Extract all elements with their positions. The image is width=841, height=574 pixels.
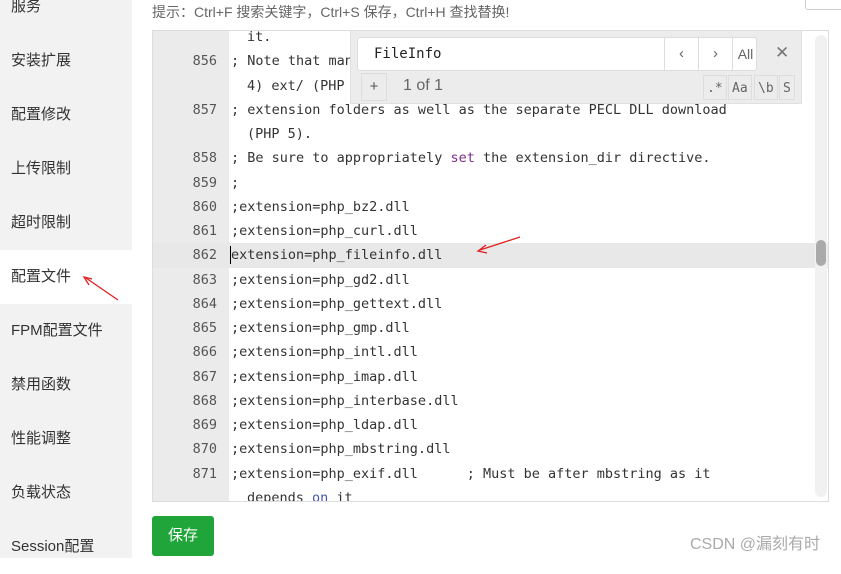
sidebar-item[interactable]: FPM配置文件 bbox=[0, 304, 132, 358]
sidebar-item[interactable]: 超时限制 bbox=[0, 196, 132, 250]
match-count: 1 of 1 bbox=[403, 77, 444, 94]
sidebar-item[interactable]: 上传限制 bbox=[0, 142, 132, 196]
search-panel: FileInfo ‹ › All ✕ + 1 of 1 .* Aa \b S bbox=[350, 30, 802, 104]
sidebar-item[interactable]: 性能调整 bbox=[0, 412, 132, 466]
selection-option[interactable]: S bbox=[779, 75, 795, 100]
line-text: depends on it bbox=[247, 486, 353, 502]
line-text: ;extension=php_gmp.dll bbox=[231, 320, 410, 336]
line-text: (PHP 5). bbox=[247, 126, 313, 142]
word-option[interactable]: \b bbox=[754, 75, 778, 100]
keyword: on bbox=[312, 489, 329, 502]
line-text: it. bbox=[247, 30, 272, 45]
line-number: 871 bbox=[192, 465, 217, 482]
save-button[interactable]: 保存 bbox=[152, 516, 214, 556]
line-text: ;extension=php_mbstring.dll bbox=[231, 441, 451, 458]
code-line[interactable]: 869 ;extension=php_ldap.dll bbox=[153, 413, 828, 437]
line-number: 865 bbox=[192, 320, 217, 336]
line-text: ;extension=php_exif.dll ; Must be after … bbox=[231, 465, 711, 482]
code-line[interactable]: 860 ;extension=php_bz2.dll bbox=[153, 195, 828, 219]
line-number: 859 bbox=[192, 174, 217, 191]
code-line[interactable]: 871 ;extension=php_exif.dll ; Must be aft… bbox=[153, 462, 828, 486]
search-input[interactable]: FileInfo ‹ › All bbox=[357, 37, 757, 71]
line-text: ; Be sure to appropriately set the exten… bbox=[231, 150, 711, 167]
select-all-button[interactable]: All bbox=[732, 38, 758, 70]
line-text: 4) ext/ (PHP bbox=[247, 77, 345, 94]
line-text: ;extension=php_bz2.dll bbox=[231, 198, 410, 215]
code-line[interactable]: (PHP 5). bbox=[153, 122, 828, 146]
top-right-control[interactable] bbox=[805, 0, 841, 10]
line-text: ; bbox=[231, 174, 240, 191]
line-number: 861 bbox=[192, 223, 217, 239]
code-line[interactable]: 863 ;extension=php_gd2.dll bbox=[153, 268, 828, 292]
scrollbar-thumb[interactable] bbox=[816, 240, 826, 266]
sidebar-item[interactable]: 配置修改 bbox=[0, 88, 132, 142]
line-number: 862 bbox=[192, 247, 217, 264]
line-number: 868 bbox=[192, 392, 217, 409]
code-line[interactable]: depends on it bbox=[153, 486, 828, 502]
line-number: 864 bbox=[192, 295, 217, 312]
close-icon[interactable]: ✕ bbox=[775, 43, 789, 63]
sidebar: 服务 安装扩展 配置修改 上传限制 超时限制 配置文件 FPM配置文件 禁用函数 性能调整 负载状… bbox=[0, 0, 132, 558]
line-text: ;extension=php_gd2.dll bbox=[231, 271, 410, 288]
sidebar-item[interactable]: Session配置 bbox=[0, 520, 132, 574]
line-number: 858 bbox=[192, 150, 217, 167]
sidebar-item[interactable]: 服务 bbox=[0, 0, 132, 34]
code-line[interactable]: 858 ; Be sure to appropriately set the ex… bbox=[153, 146, 828, 170]
line-text: ;extension=php_interbase.dll bbox=[231, 392, 459, 409]
prev-match-button[interactable]: ‹ bbox=[664, 38, 698, 70]
next-match-button[interactable]: › bbox=[698, 38, 732, 70]
text-cursor bbox=[230, 246, 231, 265]
code-line[interactable]: 859; bbox=[153, 171, 828, 195]
code-line[interactable]: 868 ;extension=php_interbase.dll bbox=[153, 389, 828, 413]
line-number: 866 bbox=[192, 344, 217, 361]
watermark: CSDN @漏刻有时 bbox=[690, 536, 821, 553]
line-text: ;extension=php_curl.dll bbox=[231, 223, 418, 239]
regex-option[interactable]: .* bbox=[703, 75, 727, 100]
line-text: ;extension=php_gettext.dll bbox=[231, 295, 443, 312]
code-line[interactable]: 870 ;extension=php_mbstring.dll bbox=[153, 437, 828, 461]
sidebar-item[interactable]: 禁用函数 bbox=[0, 358, 132, 412]
line-text: ;extension=php_ldap.dll bbox=[231, 417, 418, 433]
sidebar-item[interactable]: 安装扩展 bbox=[0, 34, 132, 88]
line-number: 860 bbox=[192, 198, 217, 215]
code-line[interactable]: 862 extension=php_fileinfo.dll bbox=[153, 243, 828, 268]
line-number: 867 bbox=[192, 368, 217, 385]
hint-text: 提示：Ctrl+F 搜索关键字，Ctrl+S 保存，Ctrl+H 查找替换! bbox=[152, 4, 510, 20]
code-line[interactable]: 861 ;extension=php_curl.dll bbox=[153, 219, 828, 243]
line-text: ;extension=php_imap.dll bbox=[231, 368, 418, 385]
code-line[interactable]: 866 ;extension=php_intl.dll bbox=[153, 340, 828, 364]
line-number: 857 bbox=[192, 101, 217, 118]
line-text: ;extension=php_intl.dll bbox=[231, 344, 418, 361]
line-number: 870 bbox=[192, 441, 217, 458]
code-line[interactable]: 867 ;extension=php_imap.dll bbox=[153, 365, 828, 389]
line-text: extension=php_fileinfo.dll bbox=[231, 247, 443, 264]
toggle-replace-button[interactable]: + bbox=[361, 73, 387, 101]
case-option[interactable]: Aa bbox=[728, 75, 752, 100]
sidebar-item[interactable]: 负载状态 bbox=[0, 466, 132, 520]
line-number: 856 bbox=[192, 53, 217, 70]
keyword: set bbox=[450, 150, 475, 167]
sidebar-item[interactable]: 配置文件 bbox=[0, 250, 132, 304]
code-line[interactable]: 865 ;extension=php_gmp.dll bbox=[153, 316, 828, 340]
line-number: 869 bbox=[192, 417, 217, 433]
search-input-value: FileInfo bbox=[374, 46, 442, 62]
line-number: 863 bbox=[192, 271, 217, 288]
code-line[interactable]: 864 ;extension=php_gettext.dll bbox=[153, 292, 828, 316]
scrollbar[interactable] bbox=[815, 35, 827, 497]
